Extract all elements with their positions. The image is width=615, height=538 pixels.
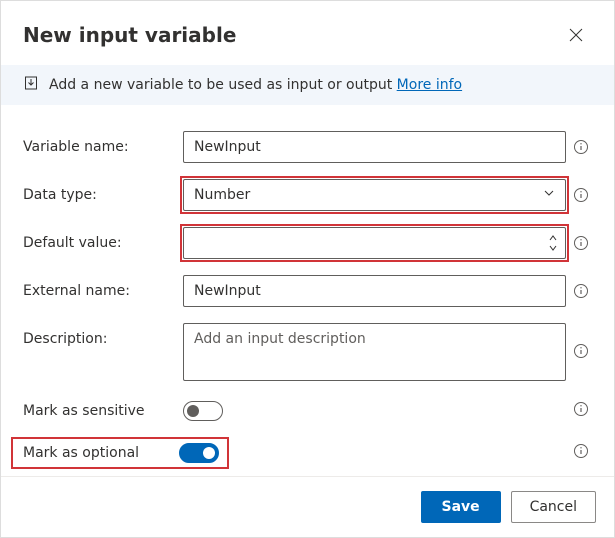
save-button[interactable]: Save	[421, 491, 501, 523]
toggle-knob	[203, 447, 215, 459]
variable-name-input[interactable]	[183, 131, 566, 163]
label-variable-name: Variable name:	[23, 131, 183, 155]
info-banner: Add a new variable to be used as input o…	[1, 65, 614, 105]
row-external-name: External name:	[23, 275, 596, 307]
download-icon	[23, 75, 39, 95]
external-name-input[interactable]	[183, 275, 566, 307]
info-icon[interactable]	[573, 401, 589, 421]
spinner-up[interactable]	[546, 233, 560, 243]
default-value-input[interactable]	[183, 227, 566, 259]
spinner-down[interactable]	[546, 243, 560, 253]
row-default-value: Default value:	[23, 227, 596, 259]
row-mark-sensitive: Mark as sensitive	[23, 401, 596, 421]
row-description: Description:	[23, 323, 596, 385]
number-spinner	[546, 229, 560, 257]
info-icon[interactable]	[573, 187, 589, 207]
info-icon[interactable]	[573, 343, 589, 363]
data-type-select[interactable]: Number	[183, 179, 566, 211]
label-default-value: Default value:	[23, 227, 183, 251]
data-type-value: Number	[194, 187, 250, 203]
more-info-link[interactable]: More info	[397, 77, 462, 93]
dialog-header: New input variable	[1, 1, 614, 65]
description-input[interactable]	[183, 323, 566, 381]
banner-text: Add a new variable to be used as input o…	[49, 77, 462, 93]
toggle-knob	[187, 405, 199, 417]
row-data-type: Data type: Number	[23, 179, 596, 211]
info-icon[interactable]	[573, 283, 589, 303]
banner-text-content: Add a new variable to be used as input o…	[49, 77, 392, 93]
mark-sensitive-toggle[interactable]	[183, 401, 223, 421]
label-data-type: Data type:	[23, 179, 183, 203]
close-icon	[569, 28, 583, 42]
close-button[interactable]	[560, 19, 592, 51]
row-mark-optional: Mark as optional	[23, 437, 596, 469]
row-variable-name: Variable name:	[23, 131, 596, 163]
form-area: Variable name: Data type: Number Default…	[1, 105, 614, 476]
info-icon[interactable]	[573, 139, 589, 159]
cancel-button[interactable]: Cancel	[511, 491, 596, 523]
mark-optional-highlight: Mark as optional	[11, 437, 229, 469]
mark-optional-toggle[interactable]	[179, 443, 219, 463]
info-icon[interactable]	[573, 443, 589, 463]
label-mark-sensitive: Mark as sensitive	[23, 403, 183, 419]
label-mark-optional: Mark as optional	[23, 445, 139, 461]
new-input-variable-dialog: New input variable Add a new variable to…	[0, 0, 615, 538]
info-icon[interactable]	[573, 235, 589, 255]
dialog-title: New input variable	[23, 23, 236, 47]
chevron-down-icon	[543, 187, 555, 203]
dialog-footer: Save Cancel	[1, 476, 614, 537]
label-external-name: External name:	[23, 275, 183, 299]
label-description: Description:	[23, 323, 183, 347]
